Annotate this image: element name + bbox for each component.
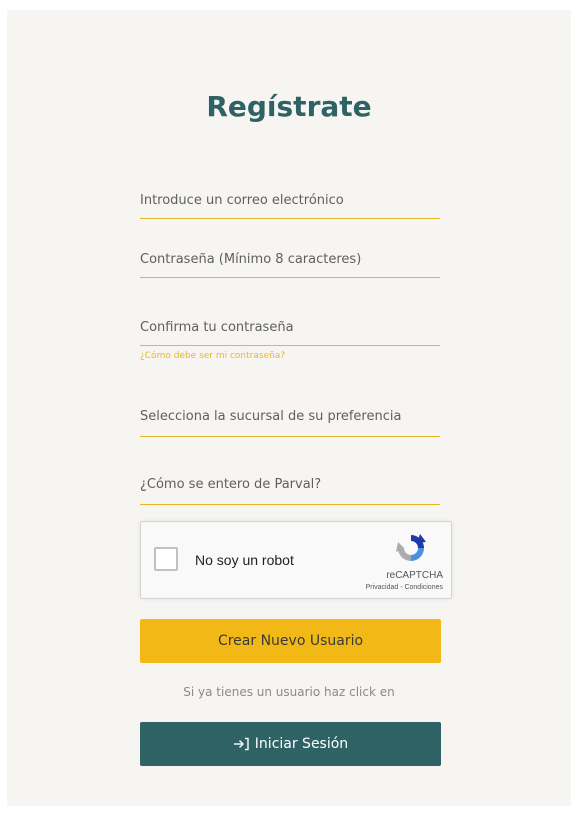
- create-user-button[interactable]: Crear Nuevo Usuario: [140, 619, 441, 663]
- create-user-label: Crear Nuevo Usuario: [217, 633, 364, 649]
- branch-select[interactable]: Selecciona la sucursal de su preferencia: [140, 400, 440, 437]
- sign-in-icon: [233, 737, 249, 751]
- captcha-legal-links[interactable]: Privacidad - Condiciones: [366, 584, 443, 591]
- login-button[interactable]: Iniciar Sesión: [140, 722, 441, 766]
- password-field[interactable]: [140, 241, 440, 277]
- recaptcha-logo-icon: [396, 534, 426, 561]
- recaptcha-widget: No soy un robot reCAPTCHA Privacidad - C…: [140, 521, 452, 599]
- password-hint-link[interactable]: ¿Cómo debe ser mi contraseña?: [140, 351, 285, 361]
- captcha-checkbox[interactable]: [154, 547, 178, 571]
- branch-select-value: Selecciona la sucursal de su preferencia: [140, 409, 402, 424]
- captcha-label: No soy un robot: [195, 552, 294, 568]
- password-field-wrapper: [140, 241, 440, 278]
- login-label: Iniciar Sesión: [254, 736, 349, 752]
- have-account-text: Si ya tienes un usuario haz click en: [183, 685, 395, 699]
- confirm-password-field-wrapper: [140, 309, 440, 346]
- register-card: Regístrate ¿Cómo debe ser mi contraseña?…: [7, 10, 571, 806]
- source-select[interactable]: ¿Cómo se entero de Parval?: [140, 468, 440, 505]
- page-title: Regístrate: [206, 90, 372, 123]
- captcha-brand: reCAPTCHA: [386, 570, 443, 581]
- confirm-password-field[interactable]: [140, 309, 440, 345]
- source-select-value: ¿Cómo se entero de Parval?: [140, 477, 322, 492]
- email-field[interactable]: [140, 182, 440, 218]
- email-field-wrapper: [140, 182, 440, 219]
